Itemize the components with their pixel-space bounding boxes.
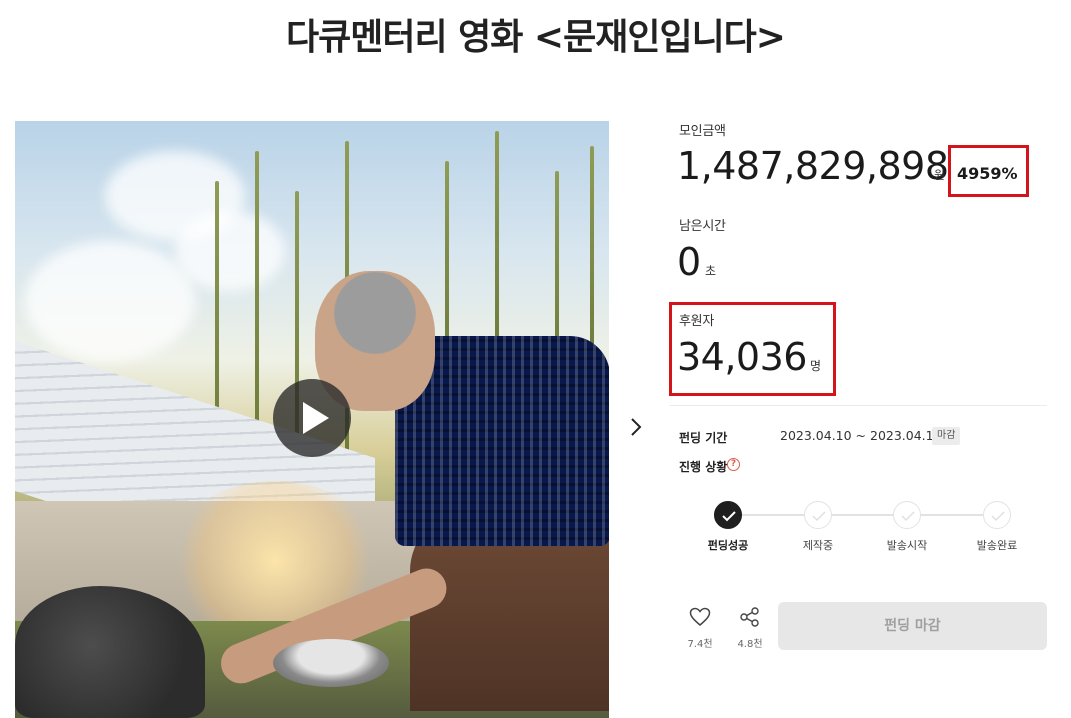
closed-badge: 마감 [932,427,961,445]
time-unit: 초 [705,264,717,278]
step-shipping-start [893,501,921,529]
period-label: 펀딩 기간 [679,431,728,445]
chevron-right-icon [631,418,642,436]
check-icon [991,511,1005,522]
step-shipping-done [983,501,1011,529]
play-button[interactable] [273,379,351,457]
next-image-button[interactable] [624,414,648,440]
progress-track [742,514,986,516]
step-label-shipping-done: 발송완료 [976,539,1018,552]
share-icon [740,607,759,627]
amount-label: 모인금액 [679,124,726,139]
step-label-funding-success: 펀딩성공 [707,539,749,552]
share-button[interactable]: 4.8천 [733,607,767,650]
check-icon [812,511,826,522]
project-cover-image[interactable] [15,121,609,718]
check-icon [722,511,736,522]
period-value: 2023.04.10 ~ 2023.04.19 [780,428,942,443]
divider [669,405,1047,406]
amount-value: 1,487,829,898 [677,144,949,188]
funding-closed-button[interactable]: 펀딩 마감 [778,602,1047,650]
play-icon [303,402,329,434]
backers-unit: 명 [810,359,822,373]
step-in-production [804,501,832,529]
progress-label: 진행 상황 [679,460,728,474]
backers-label: 후원자 [679,314,714,329]
question-icon[interactable]: ? [727,458,740,471]
like-button[interactable]: 7.4천 [683,607,717,650]
percent-achieved: 4959% [957,164,1018,183]
step-label-in-production: 제작중 [802,539,834,552]
heart-icon [689,607,711,626]
time-value: 0 [677,240,701,284]
page-title: 다큐멘터리 영화 <문재인입니다> [286,17,786,58]
like-count: 7.4천 [687,639,713,650]
step-label-shipping-start: 발송시작 [886,539,928,552]
check-icon [901,511,915,522]
backers-value: 34,036 [677,335,807,379]
share-count: 4.8천 [737,639,763,650]
amount-unit: 원 [934,168,946,182]
time-label: 남은시간 [679,219,726,234]
step-funding-success [714,501,742,529]
